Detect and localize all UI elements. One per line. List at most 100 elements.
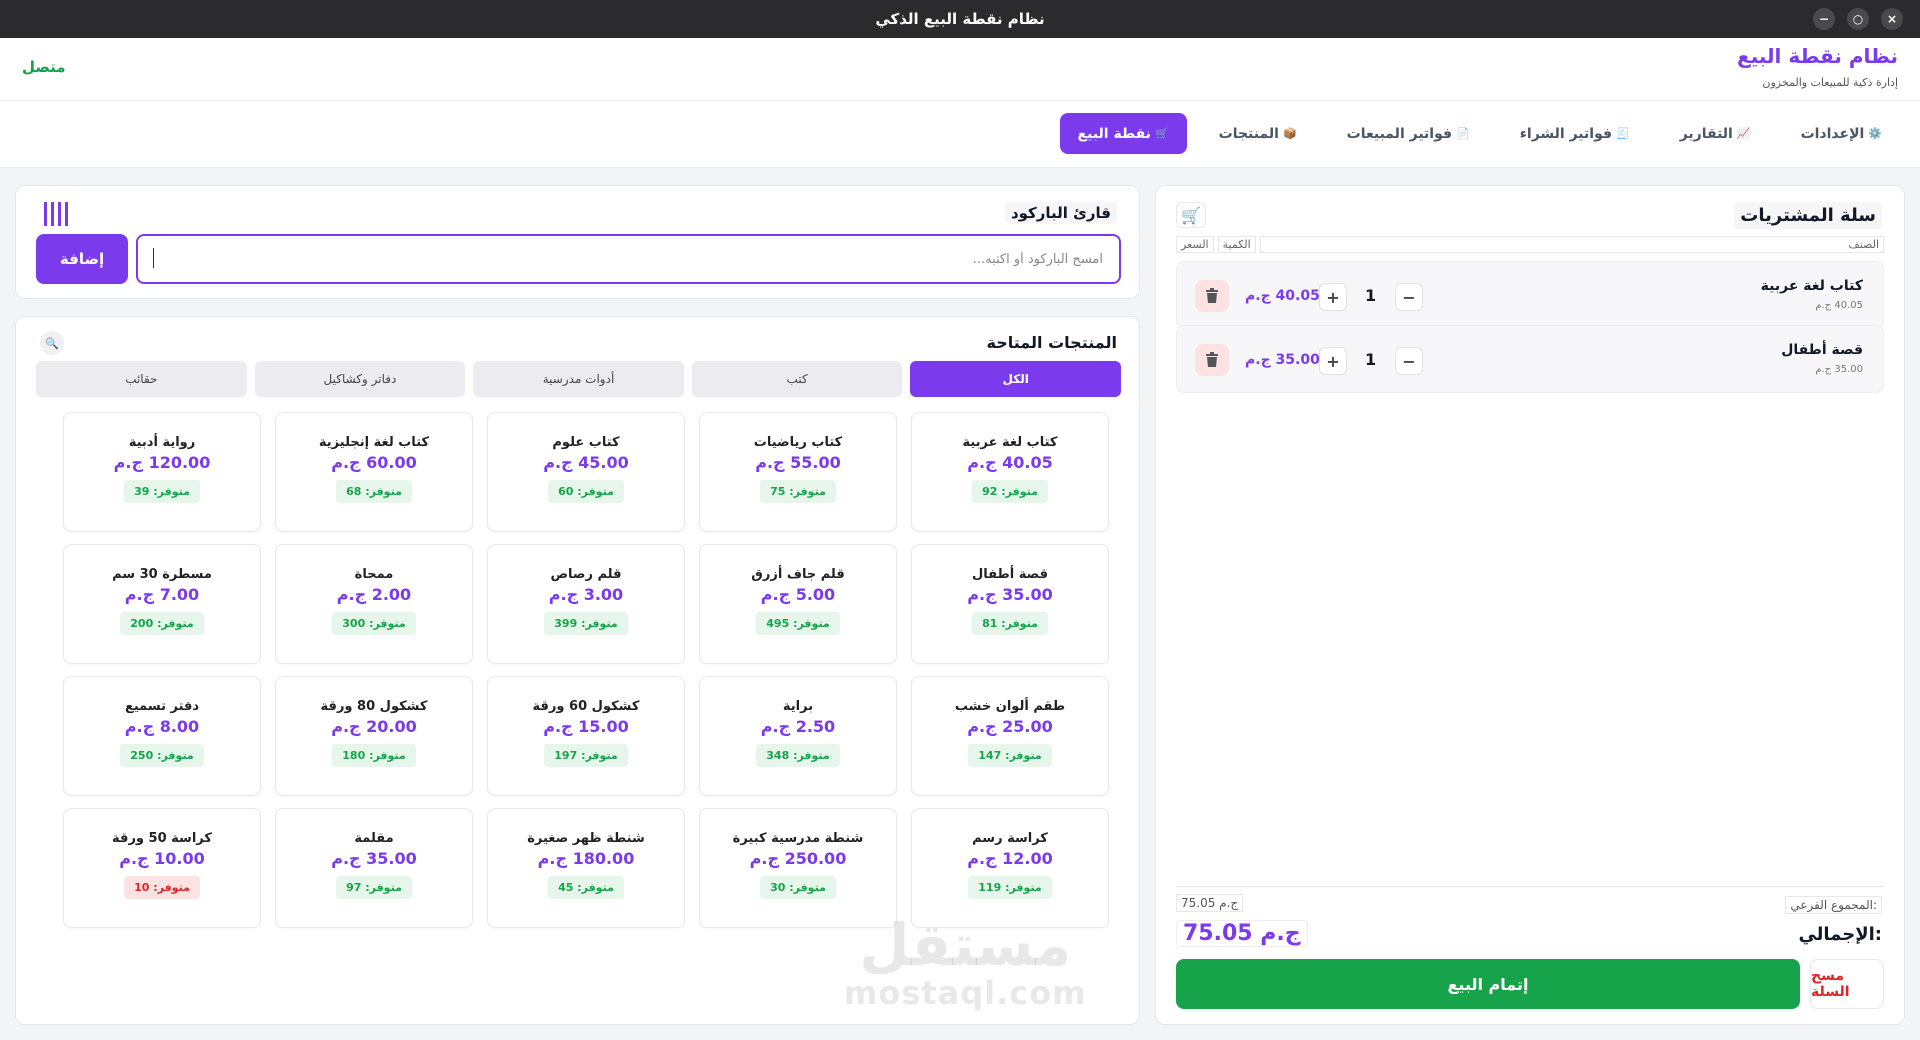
product-name: كشكول 60 ورقة	[532, 699, 640, 714]
product-card[interactable]: مسطرة 30 سم 7.00 ج.م متوفر: 200	[63, 544, 261, 664]
checkout-button[interactable]: إتمام البيع	[1176, 959, 1800, 1009]
cart-item-qty: 1	[1365, 350, 1377, 369]
product-name: شنطة مدرسية كبيرة	[732, 831, 864, 846]
nav-tab-icon: 📦	[1282, 127, 1297, 140]
nav-tab-label: نقطة البيع	[1077, 125, 1151, 142]
stock-badge: متوفر: 180	[332, 744, 416, 767]
product-price: 25.00 ج.م	[967, 717, 1053, 736]
stock-badge: متوفر: 200	[120, 612, 204, 635]
subtotal-value: 75.05 ج.م	[1176, 894, 1244, 912]
minimize-button[interactable]: −	[1813, 8, 1835, 30]
clear-cart-button[interactable]: مسح السلة	[1810, 959, 1884, 1009]
category-tab-2[interactable]: أدوات مدرسية	[473, 361, 684, 397]
decrease-qty-button[interactable]: −	[1395, 283, 1423, 311]
product-card[interactable]: دفتر تسميع 8.00 ج.م متوفر: 250	[63, 676, 261, 796]
stock-badge: متوفر: 81	[972, 612, 1048, 635]
barcode-icon	[44, 202, 68, 226]
product-card[interactable]: كشكول 60 ورقة 15.00 ج.م متوفر: 197	[487, 676, 685, 796]
maximize-button[interactable]: ○	[1847, 8, 1869, 30]
product-card[interactable]: كتاب لغة عربية 40.05 ج.م متوفر: 92	[911, 412, 1109, 532]
nav-tab-3[interactable]: 🧾 فواتير الشراء	[1502, 113, 1648, 154]
brand-title: نظام نقطة البيع	[1737, 44, 1898, 68]
stock-badge: متوفر: 399	[544, 612, 628, 635]
stock-badge: متوفر: 147	[968, 744, 1052, 767]
product-card[interactable]: ممحاة 2.00 ج.م متوفر: 300	[275, 544, 473, 664]
product-card[interactable]: قصة أطفال 35.00 ج.م متوفر: 81	[911, 544, 1109, 664]
stock-badge: متوفر: 68	[336, 480, 412, 503]
stock-badge: متوفر: 75	[760, 480, 836, 503]
product-card[interactable]: كتاب رياضيات 55.00 ج.م متوفر: 75	[699, 412, 897, 532]
decrease-qty-button[interactable]: −	[1395, 347, 1423, 375]
nav-tab-4[interactable]: 📈 التقارير	[1662, 113, 1769, 154]
nav-tabs: 🛒 نقطة البيع 📦 المنتجات 📄 فواتير المبيعات 🧾 فوا…	[1059, 113, 1900, 154]
product-name: دفتر تسميع	[124, 699, 200, 714]
stock-badge: متوفر: 119	[968, 876, 1052, 899]
product-name: كتاب لغة إنجليزية	[318, 435, 430, 450]
product-card[interactable]: براية 2.50 ج.م متوفر: 348	[699, 676, 897, 796]
stock-badge: متوفر: 197	[544, 744, 628, 767]
product-price: 2.00 ج.م	[336, 585, 412, 604]
product-card[interactable]: مقلمة 35.00 ج.م متوفر: 97	[275, 808, 473, 928]
app-header: متصل نظام نقطة البيع إدارة ذكية للمبيعات…	[0, 38, 1920, 100]
search-icon[interactable]: 🔍	[40, 331, 64, 355]
stock-badge: متوفر: 45	[548, 876, 624, 899]
total-label: الإجمالي:	[1798, 924, 1882, 945]
cart-item-total: 35.00 ج.م	[1245, 352, 1320, 368]
product-card[interactable]: كراسة رسم 12.00 ج.م متوفر: 119	[911, 808, 1109, 928]
close-button[interactable]: ×	[1881, 8, 1903, 30]
stock-badge: متوفر: 10	[124, 876, 200, 899]
product-name: كراسة 50 ورقة	[112, 831, 212, 846]
product-card[interactable]: كتاب لغة إنجليزية 60.00 ج.م متوفر: 68	[275, 412, 473, 532]
category-tab-4[interactable]: حقائب	[36, 361, 247, 397]
product-card[interactable]: قلم جاف أزرق 5.00 ج.م متوفر: 495	[699, 544, 897, 664]
nav-tab-label: فواتير الشراء	[1519, 125, 1613, 142]
cart-item-name: كتاب لغة عربية	[1760, 278, 1863, 294]
product-price: 20.00 ج.م	[331, 717, 417, 736]
product-price: 8.00 ج.م	[124, 717, 200, 736]
product-price: 12.00 ج.م	[967, 849, 1053, 868]
trash-icon[interactable]	[1195, 280, 1229, 312]
product-name: طقم ألوان خشب	[954, 699, 1066, 714]
stock-badge: متوفر: 300	[332, 612, 416, 635]
products-panel: المنتجات المتاحة 🔍 الكل كتب أدوات مدرسية دف…	[15, 316, 1140, 1025]
increase-qty-button[interactable]: +	[1319, 347, 1347, 375]
product-card[interactable]: طقم ألوان خشب 25.00 ج.م متوفر: 147	[911, 676, 1109, 796]
category-tab-0[interactable]: الكل	[910, 361, 1121, 397]
products-title: المنتجات المتاحة	[986, 333, 1117, 352]
barcode-title: قارئ الباركود	[1004, 202, 1117, 224]
total-value: 75.05 ج.م	[1176, 920, 1308, 947]
product-price: 5.00 ج.م	[760, 585, 836, 604]
cart-item-qty: 1	[1365, 286, 1377, 305]
add-barcode-button[interactable]: إضافة	[36, 234, 128, 284]
window-controls: − ○ ×	[1813, 8, 1903, 30]
nav-tab-1[interactable]: 📦 المنتجات	[1201, 113, 1315, 154]
product-price: 35.00 ج.م	[967, 585, 1053, 604]
title-bar: نظام نقطة البيع الذكي − ○ ×	[0, 0, 1920, 38]
nav-tab-0[interactable]: 🛒 نقطة البيع	[1059, 113, 1187, 154]
trash-icon[interactable]	[1195, 344, 1229, 376]
cart-item-unit-price: 40.05 ج.م	[1815, 300, 1863, 311]
nav-tab-2[interactable]: 📄 فواتير المبيعات	[1329, 113, 1488, 154]
stock-badge: متوفر: 495	[756, 612, 840, 635]
category-tab-1[interactable]: كتب	[691, 361, 903, 397]
stock-badge: متوفر: 92	[972, 480, 1048, 503]
product-card[interactable]: رواية أدبية 120.00 ج.م متوفر: 39	[63, 412, 261, 532]
increase-qty-button[interactable]: +	[1319, 283, 1347, 311]
stock-badge: متوفر: 348	[756, 744, 840, 767]
barcode-input[interactable]	[136, 234, 1121, 284]
product-price: 180.00 ج.م	[537, 849, 635, 868]
category-tab-3[interactable]: دفاتر وكشاكيل	[254, 361, 466, 397]
nav-tab-5[interactable]: ⚙️ الإعدادات	[1783, 113, 1900, 154]
product-price: 7.00 ج.م	[124, 585, 200, 604]
product-card[interactable]: كتاب علوم 45.00 ج.م متوفر: 60	[487, 412, 685, 532]
product-card[interactable]: كراسة 50 ورقة 10.00 ج.م متوفر: 10	[63, 808, 261, 928]
connection-status: متصل	[22, 58, 66, 76]
stock-badge: متوفر: 60	[548, 480, 624, 503]
product-price: 60.00 ج.م	[331, 453, 417, 472]
product-card[interactable]: كشكول 80 ورقة 20.00 ج.م متوفر: 180	[275, 676, 473, 796]
stock-badge: متوفر: 97	[336, 876, 412, 899]
product-card[interactable]: شنطة ظهر صغيرة 180.00 ج.م متوفر: 45	[487, 808, 685, 928]
product-card[interactable]: قلم رصاص 3.00 ج.م متوفر: 399	[487, 544, 685, 664]
nav-tab-icon: 🛒	[1154, 127, 1169, 140]
product-card[interactable]: شنطة مدرسية كبيرة 250.00 ج.م متوفر: 30	[699, 808, 897, 928]
